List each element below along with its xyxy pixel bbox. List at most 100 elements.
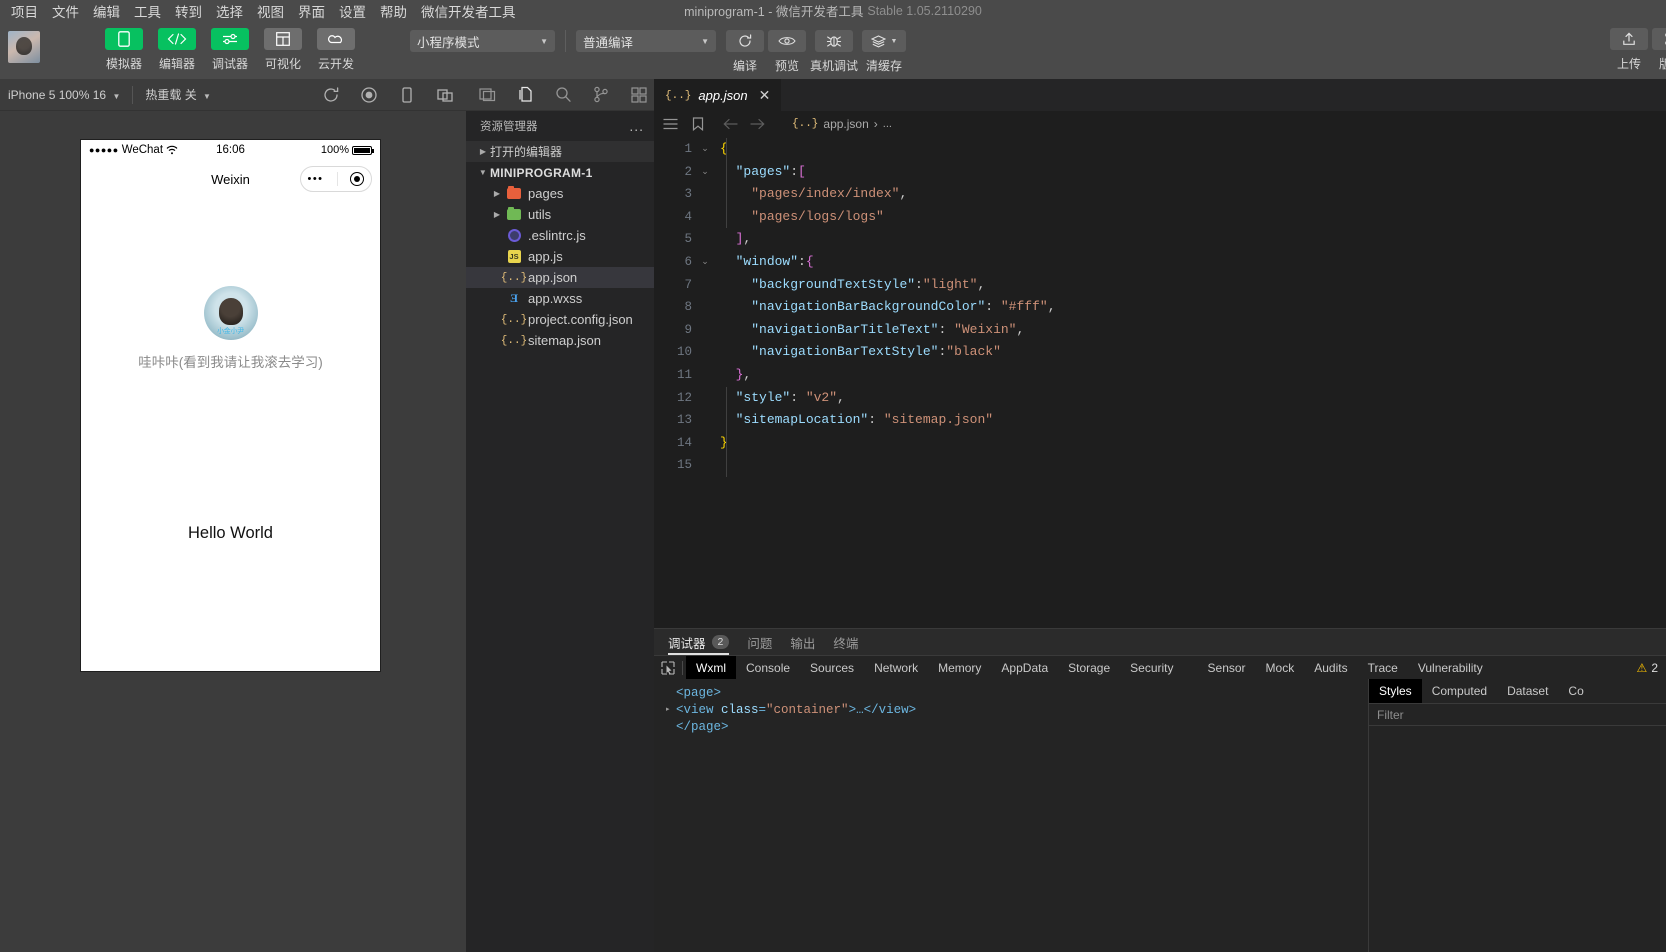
- devtools-tab-mock[interactable]: Mock: [1256, 656, 1305, 680]
- devtools-tab-wxml[interactable]: Wxml: [686, 655, 736, 680]
- outline-icon[interactable]: [662, 115, 679, 132]
- menu-item-settings[interactable]: 设置: [332, 0, 373, 23]
- debugger-panel: 调试器 2 问题 输出 终端 Wxml Console Sources Netw…: [654, 628, 1666, 952]
- file-row-project-config[interactable]: {..} project.config.json: [466, 309, 654, 330]
- styles-filter-input[interactable]: Filter: [1369, 703, 1666, 726]
- preview-button[interactable]: 预览: [768, 30, 806, 74]
- menu-item-project[interactable]: 项目: [4, 0, 45, 23]
- file-row-app-json[interactable]: {..} app.json: [466, 267, 654, 288]
- devtools-tab-appdata[interactable]: AppData: [991, 656, 1058, 680]
- project-root-row[interactable]: ▼ MINIPROGRAM-1: [466, 162, 654, 183]
- fold-chevron-icon[interactable]: ⌄: [696, 161, 714, 184]
- expand-arrow-icon[interactable]: ▸: [666, 702, 676, 719]
- compile-mode-select[interactable]: 普通编译 ▼: [576, 30, 716, 52]
- devtools-tab-vulnerability[interactable]: Vulnerability: [1408, 656, 1493, 680]
- styles-tab-computed[interactable]: Computed: [1422, 679, 1497, 703]
- styles-tab-co[interactable]: Co: [1558, 679, 1593, 703]
- file-name: app.js: [528, 249, 563, 264]
- code-content[interactable]: 1 ⌄{2 ⌄ "pages":[3 "pages/index/index", 4 "…: [654, 136, 1666, 477]
- panel-tab-debugger[interactable]: 调试器 2: [668, 629, 730, 655]
- wxml-node[interactable]: <page>: [666, 685, 1368, 702]
- explorer-more-icon[interactable]: ...: [629, 118, 644, 134]
- menu-item-interface[interactable]: 界面: [291, 0, 332, 23]
- rotate-device-icon[interactable]: [398, 86, 416, 104]
- miniprogram-mode-select[interactable]: 小程序模式 ▼: [410, 30, 555, 52]
- record-icon[interactable]: [360, 86, 378, 104]
- search-icon[interactable]: [548, 81, 578, 109]
- open-editors-section[interactable]: ▶ 打开的编辑器: [466, 141, 654, 162]
- file-row-eslintrc[interactable]: .eslintrc.js: [466, 225, 654, 246]
- inspect-element-icon[interactable]: [654, 660, 682, 675]
- styles-panel: Styles Computed Dataset Co Filter: [1368, 679, 1666, 952]
- wxml-node[interactable]: ▸ <view class = "container" >…</view>: [666, 702, 1368, 719]
- breadcrumb-separator: ›: [873, 116, 878, 131]
- forward-arrow-icon[interactable]: [749, 115, 766, 132]
- file-row-pages[interactable]: ▶ pages: [466, 183, 654, 204]
- devtools-tab-memory[interactable]: Memory: [928, 656, 991, 680]
- styles-tab-dataset[interactable]: Dataset: [1497, 679, 1558, 703]
- user-avatar[interactable]: [8, 31, 40, 63]
- extensions-icon[interactable]: [624, 81, 654, 109]
- bookmark-icon[interactable]: [689, 115, 706, 132]
- panel-tab-terminal[interactable]: 终端: [833, 629, 858, 655]
- carrier-name: WeChat: [121, 144, 164, 156]
- compile-button[interactable]: 编译: [726, 30, 764, 74]
- menu-item-tools[interactable]: 工具: [127, 0, 168, 23]
- tool-button-editor[interactable]: 编辑器: [155, 28, 199, 72]
- tool-button-debugger[interactable]: 调试器: [208, 28, 252, 72]
- close-icon[interactable]: ✕: [759, 87, 771, 104]
- warning-indicator[interactable]: ⚠ 2: [1637, 661, 1666, 675]
- split-screen-icon[interactable]: [436, 86, 454, 104]
- fold-chevron-icon[interactable]: ⌄: [696, 138, 714, 161]
- device-select[interactable]: iPhone 5 100% 16 ▼: [0, 88, 128, 102]
- devtools-tab-storage[interactable]: Storage: [1058, 656, 1120, 680]
- upload-button[interactable]: 上传: [1610, 28, 1648, 72]
- panel-tab-problems[interactable]: 问题: [747, 629, 772, 655]
- file-row-utils[interactable]: ▶ utils: [466, 204, 654, 225]
- devtools-tab-sensor[interactable]: Sensor: [1198, 656, 1256, 680]
- wxml-tree-pane[interactable]: <page> ▸ <view class = "container" >…</view> <…: [654, 679, 1368, 952]
- fold-chevron-icon[interactable]: ⌄: [696, 251, 714, 274]
- source-control-icon[interactable]: [586, 81, 616, 109]
- panel-tab-output[interactable]: 输出: [790, 629, 815, 655]
- files-explorer-icon[interactable]: [510, 81, 540, 109]
- version-button[interactable]: 版本: [1652, 28, 1666, 72]
- chevron-down-icon: ▼: [203, 92, 211, 101]
- clear-cache-button[interactable]: ▼ 清缓存: [862, 30, 907, 74]
- devtools-tab-sources[interactable]: Sources: [800, 656, 864, 680]
- tool-button-visualization[interactable]: 可视化: [261, 28, 305, 72]
- tool-button-simulator[interactable]: 模拟器: [102, 28, 146, 72]
- menu-item-file[interactable]: 文件: [45, 0, 86, 23]
- screen-layout-icon[interactable]: [472, 81, 502, 109]
- menu-item-view[interactable]: 视图: [250, 0, 291, 23]
- styles-tab-styles[interactable]: Styles: [1369, 679, 1422, 703]
- breadcrumb-path[interactable]: {..} app.json › ...: [792, 117, 892, 131]
- capsule-button[interactable]: •••: [300, 166, 372, 192]
- refresh-icon[interactable]: [322, 86, 340, 104]
- devtools-tab-network[interactable]: Network: [864, 656, 928, 680]
- menu-item-select[interactable]: 选择: [209, 0, 250, 23]
- wxml-node[interactable]: </page>: [666, 719, 1368, 736]
- menu-item-edit[interactable]: 编辑: [86, 0, 127, 23]
- devtools-tab-audits[interactable]: Audits: [1304, 656, 1357, 680]
- real-device-debug-button[interactable]: 真机调试: [810, 30, 858, 74]
- devtools-tab-security[interactable]: Security: [1120, 656, 1183, 680]
- file-row-sitemap-json[interactable]: {..} sitemap.json: [466, 330, 654, 351]
- panel-tab-label: 问题: [747, 636, 773, 651]
- menu-item-devtools[interactable]: 微信开发者工具: [414, 0, 523, 23]
- hot-reload-select[interactable]: 热重载 关 ▼: [137, 86, 219, 103]
- devtools-tab-trace[interactable]: Trace: [1358, 656, 1408, 680]
- file-row-app-js[interactable]: JS app.js: [466, 246, 654, 267]
- tool-button-cloud[interactable]: 云开发: [314, 28, 358, 72]
- devtools-tab-console[interactable]: Console: [736, 656, 800, 680]
- devtools-body: <page> ▸ <view class = "container" >…</view> <…: [654, 679, 1666, 952]
- menu-item-help[interactable]: 帮助: [373, 0, 414, 23]
- menu-item-goto[interactable]: 转到: [168, 0, 209, 23]
- project-root-label: MINIPROGRAM-1: [490, 165, 593, 180]
- back-arrow-icon[interactable]: [722, 115, 739, 132]
- phone-simulator[interactable]: ●●●●● WeChat 16:06 100% Weixin ••• 小金小尹 …: [80, 139, 381, 672]
- editor-tab-app-json[interactable]: {..} app.json ✕: [654, 79, 782, 111]
- miniprogram-user-avatar[interactable]: [203, 286, 258, 340]
- capsule-close-icon[interactable]: [350, 172, 365, 186]
- file-row-app-wxss[interactable]: Ǝ app.wxss: [466, 288, 654, 309]
